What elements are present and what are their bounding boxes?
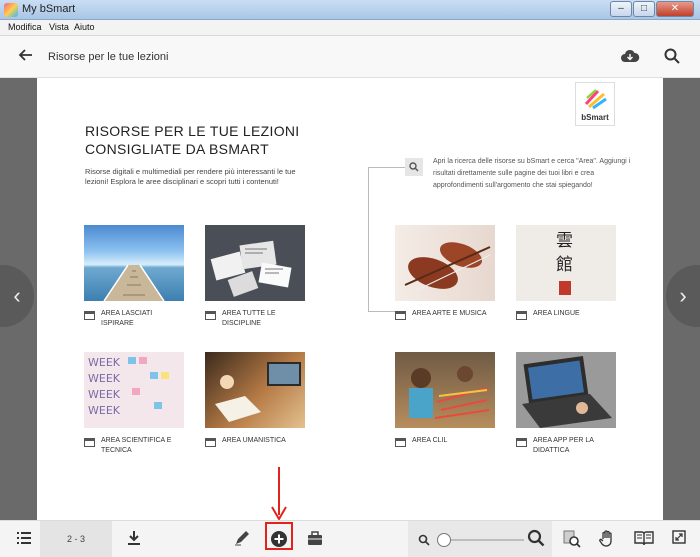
tile-area-lingue[interactable]: 雲館 AREA LINGUE <box>516 225 616 320</box>
search-hint-text: Apri la ricerca delle risorse su bSmart … <box>433 158 631 189</box>
folder-icon <box>516 438 527 447</box>
calligraphy-photo: 雲館 <box>516 225 616 301</box>
tile-label: AREA ARTE E MUSICA <box>412 310 487 317</box>
book-icon[interactable] <box>634 530 654 551</box>
minimize-button[interactable]: – <box>610 1 632 17</box>
laptop-photo <box>516 352 616 428</box>
folder-icon <box>395 438 406 447</box>
logo-text: bSmart <box>581 113 609 122</box>
tile-area-tutte-le-discipline[interactable]: AREA TUTTE LE DISCIPLINE <box>205 225 305 327</box>
svg-text:WEEK: WEEK <box>88 404 121 417</box>
close-button[interactable]: ✕ <box>656 1 694 17</box>
tile-area-app-per-la-didattica[interactable]: AREA APP PER LA DIDATTICA <box>516 352 616 454</box>
bsmart-logo-mark <box>584 89 607 110</box>
heading-line-1: RISORSE PER LE TUE LEZIONI <box>85 123 300 139</box>
pencil-icon[interactable] <box>234 530 250 551</box>
tile-area-arte-e-musica[interactable]: AREA ARTE E MUSICA <box>395 225 495 320</box>
heading-line-2: CONSIGLIATE DA BSMART <box>85 141 269 157</box>
menu-item-modifica[interactable]: Modifica <box>8 22 42 32</box>
tile-label: AREA TUTTE LE DISCIPLINE <box>222 310 276 327</box>
tile-label: AREA APP PER LA DIDATTICA <box>533 437 594 454</box>
folder-icon <box>516 311 527 320</box>
cloud-download-icon[interactable] <box>620 48 640 64</box>
violin-photo <box>395 225 495 301</box>
tile-label: AREA CLIL <box>412 437 448 444</box>
svg-text:WEEK: WEEK <box>88 372 121 385</box>
children-photo <box>395 352 495 428</box>
bsmart-logo: bSmart <box>575 82 615 126</box>
hand-icon[interactable] <box>598 530 616 553</box>
arrow-left-icon[interactable] <box>18 47 34 68</box>
app-header: Risorse per le tue lezioni <box>0 36 700 78</box>
window-titlebar: My bSmart – □ ✕ <box>0 0 700 20</box>
search-icon[interactable] <box>663 47 681 65</box>
folder-icon <box>395 311 406 320</box>
zoom-slider-track[interactable] <box>440 539 524 541</box>
window-title: My bSmart <box>22 3 76 15</box>
tile-label: AREA LINGUE <box>533 310 580 317</box>
search-resources-icon <box>405 158 423 176</box>
bsmart-app-icon <box>4 3 18 17</box>
menu-bar: Modifica Vista Aiuto <box>0 20 700 36</box>
add-button-highlight <box>265 522 293 550</box>
page-indicator[interactable]: 2 - 3 <box>40 521 112 557</box>
notes-photo <box>205 225 305 301</box>
download-icon[interactable] <box>126 530 142 551</box>
tile-label: AREA SCIENTIFICA E TECNICA <box>101 437 172 454</box>
svg-text:WEEK: WEEK <box>88 388 121 401</box>
page-heading: RISORSE PER LE TUE LEZIONI CONSIGLIATE D… <box>85 122 299 158</box>
folder-icon <box>205 311 216 320</box>
header-title: Risorse per le tue lezioni <box>48 51 169 63</box>
desk-photo <box>205 352 305 428</box>
next-page-button[interactable]: › <box>666 265 700 327</box>
bottom-toolbar: 2 - 3 <box>0 520 700 557</box>
svg-text:WEEK: WEEK <box>88 356 121 369</box>
intro-text: Risorse digitali e multimediali per rend… <box>85 167 296 186</box>
maximize-button[interactable]: □ <box>633 1 655 17</box>
menu-item-vista[interactable]: Vista <box>49 22 69 32</box>
tile-label: AREA UMANISTICA <box>222 437 286 444</box>
folder-icon <box>205 438 216 447</box>
list-icon[interactable] <box>16 530 32 551</box>
tile-area-clil[interactable]: AREA CLIL <box>395 352 495 447</box>
menu-item-aiuto[interactable]: Aiuto <box>74 22 95 32</box>
briefcase-icon[interactable] <box>307 530 323 551</box>
pier-photo <box>84 225 184 301</box>
folder-icon <box>84 311 95 320</box>
tile-area-lasciati-ispirare[interactable]: AREA LASCIATI ISPIRARE <box>84 225 184 327</box>
fullscreen-icon[interactable] <box>672 530 686 549</box>
whiteboard-photo: WEEK WEEK WEEK WEEK <box>84 352 184 428</box>
previous-page-button[interactable]: ‹ <box>0 265 34 327</box>
book-page: bSmart RISORSE PER LE TUE LEZIONI CONSIG… <box>37 78 663 520</box>
zoom-slider-knob[interactable] <box>437 533 451 547</box>
zoom-in-icon[interactable] <box>527 529 545 552</box>
folder-icon <box>84 438 95 447</box>
tile-area-scientifica-e-tecnica[interactable]: WEEK WEEK WEEK WEEK AREA SCIENTIFICA E T… <box>84 352 184 454</box>
red-annotation-arrow-icon <box>271 467 287 521</box>
zoom-out-icon[interactable] <box>418 533 430 551</box>
tile-area-umanistica[interactable]: AREA UMANISTICA <box>205 352 305 447</box>
search-page-icon[interactable] <box>563 530 581 553</box>
tile-label: AREA LASCIATI ISPIRARE <box>101 310 153 327</box>
